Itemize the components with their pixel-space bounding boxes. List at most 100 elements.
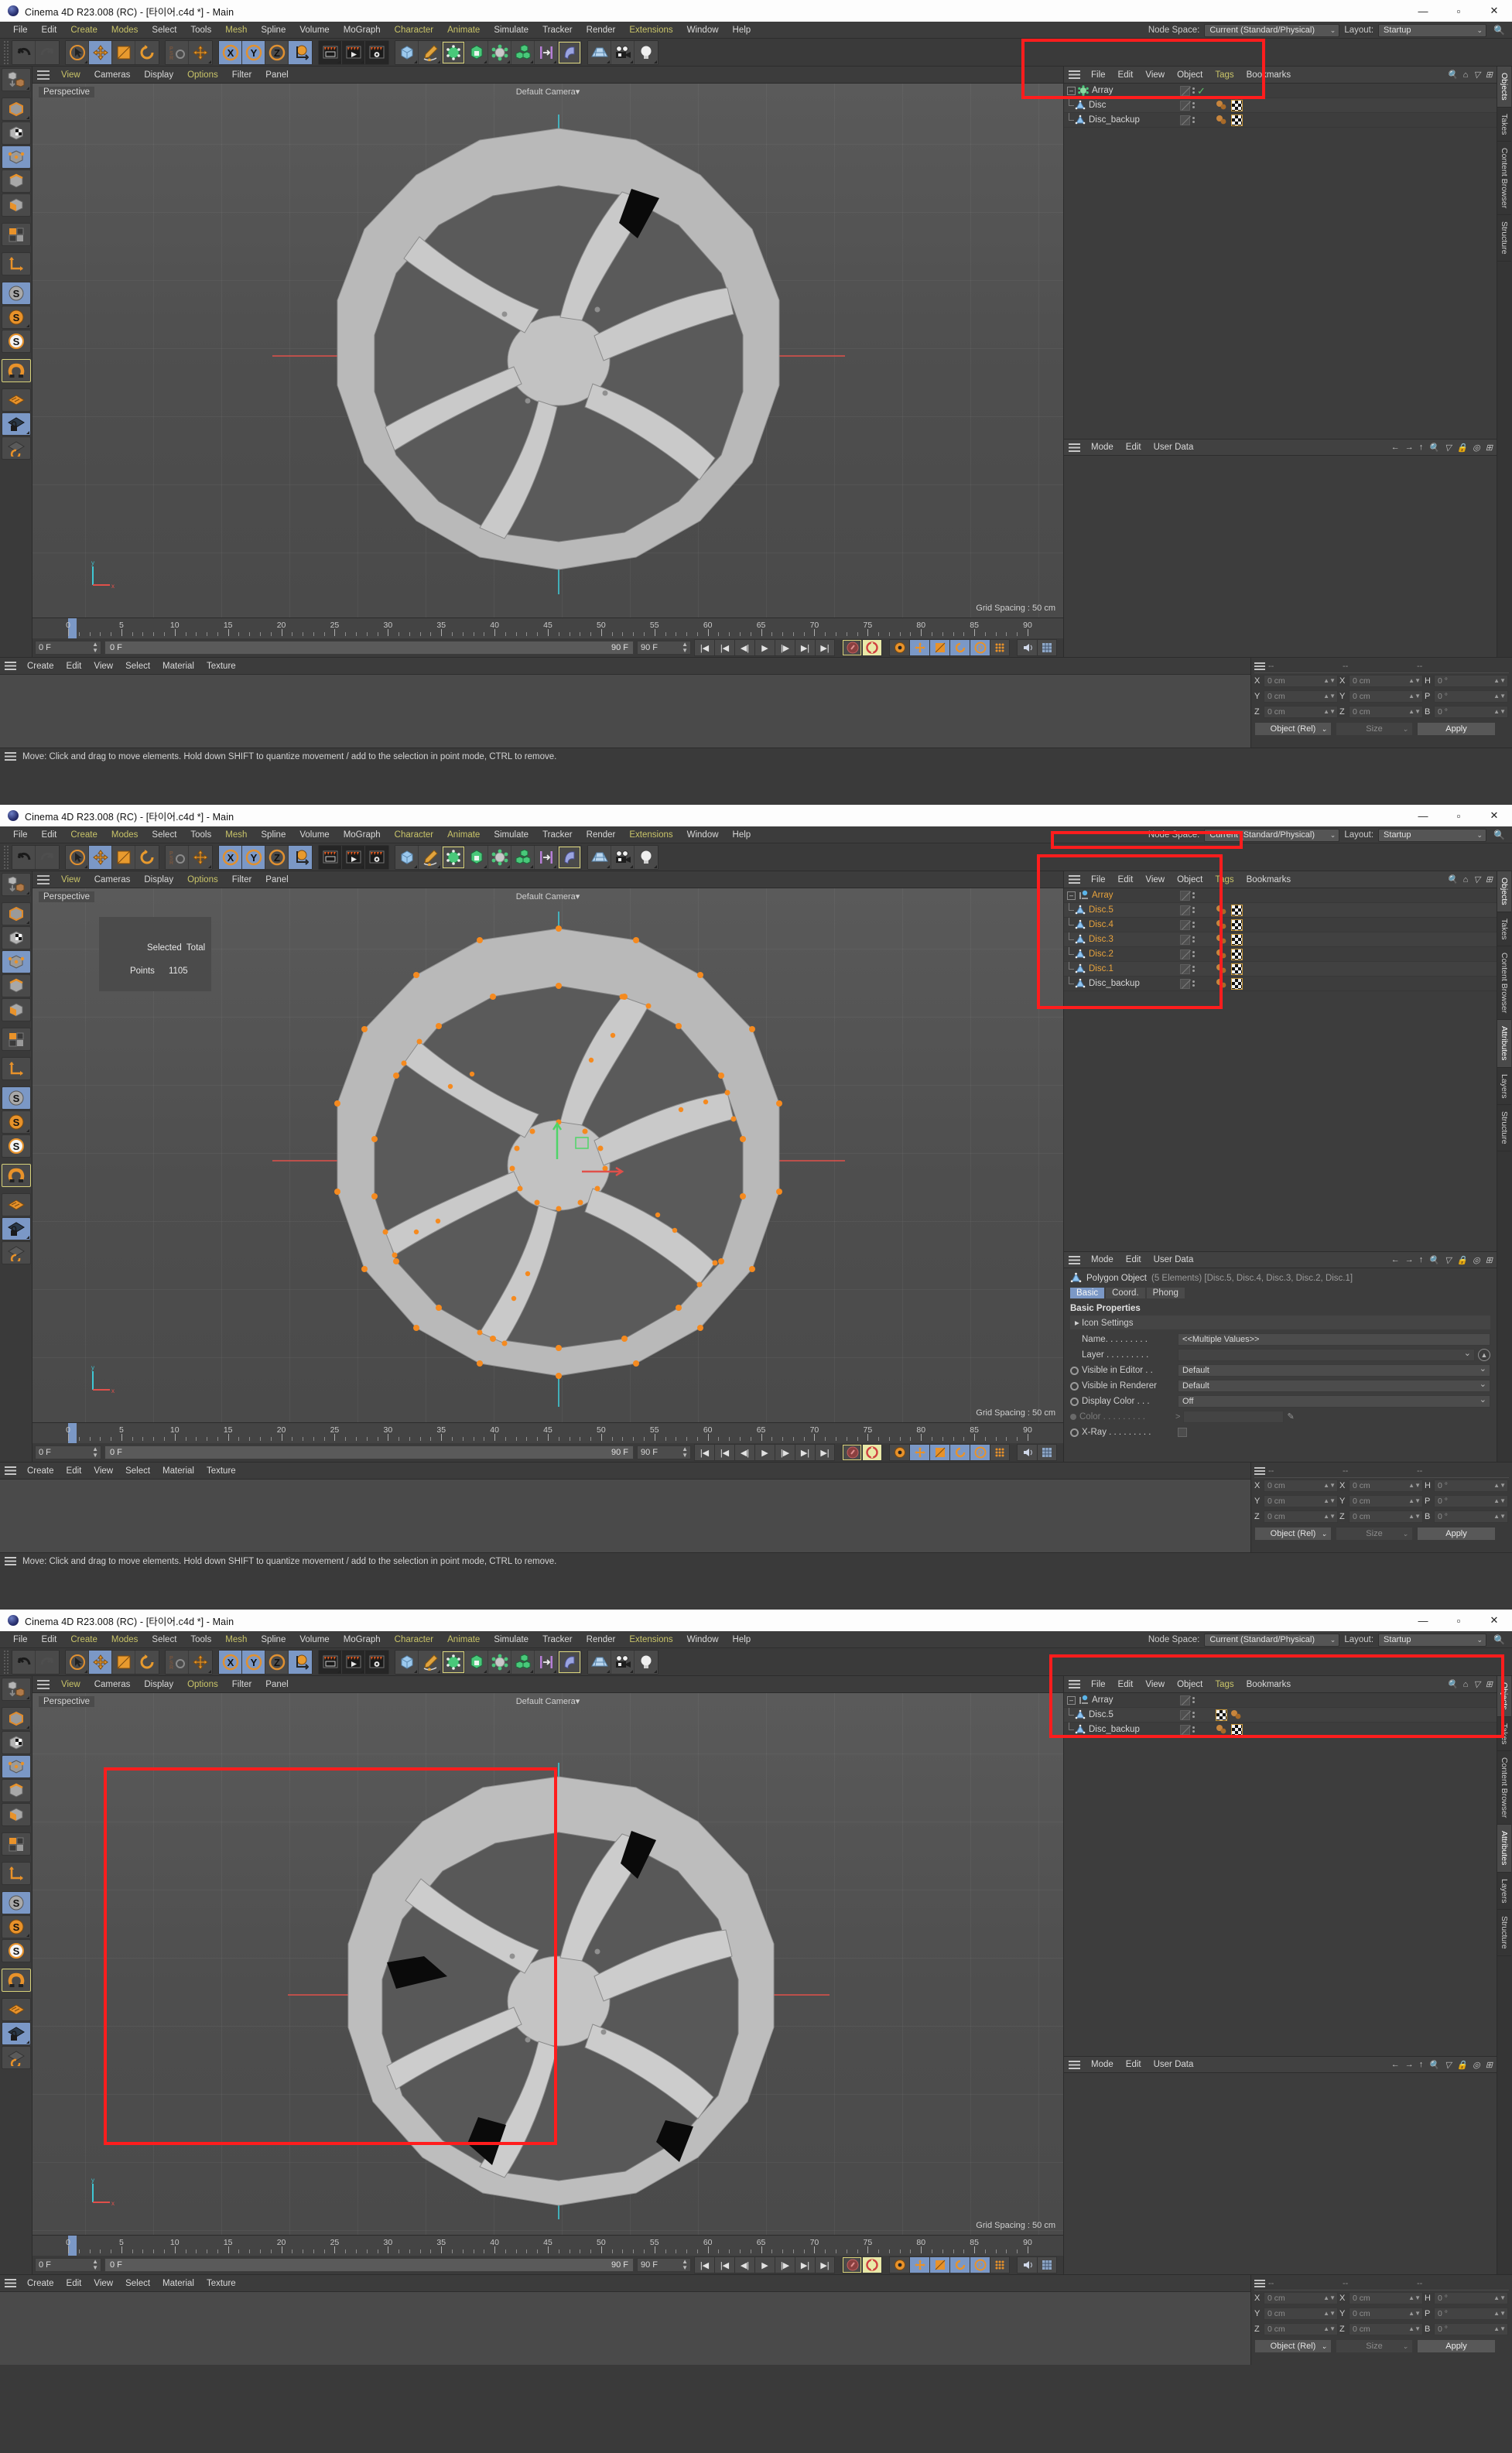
editor-visibility-toggle[interactable] [1180,85,1190,96]
menu-mograph[interactable]: MoGraph [337,1631,388,1648]
object-name[interactable]: Disc_backup [1089,115,1140,125]
object-name[interactable]: Array [1092,1695,1113,1705]
vp-menu-options[interactable]: Options [180,70,225,80]
render-visibility-toggle[interactable] [1192,980,1195,987]
menu-tools[interactable]: Tools [183,22,218,39]
vp-menu-options[interactable]: Options [180,1680,225,1689]
menu-modes[interactable]: Modes [104,826,145,843]
menu-tools[interactable]: Tools [183,826,218,843]
render-visibility-toggle[interactable] [1192,117,1195,123]
autokeying-icon[interactable] [862,1444,882,1461]
stepper-icon[interactable]: ▲▼ [1408,1498,1421,1504]
rotation-b-input[interactable]: 0 ° ▲▼ [1434,706,1508,718]
redo-icon[interactable] [36,40,59,64]
key-point-level-animation-icon[interactable] [990,639,1010,656]
stepper-icon[interactable]: ▲▼ [92,1446,98,1459]
render-group[interactable] [318,1649,389,1675]
subdivision-surface-icon[interactable] [442,1650,465,1674]
edge-mode-icon[interactable] [1,169,31,193]
render-visibility-toggle[interactable] [1192,907,1195,913]
viewport-2[interactable]: Perspective Default Camera▾ Grid Spacing… [32,888,1063,1422]
stepper-icon[interactable]: ▲▼ [1493,693,1506,700]
object-name[interactable]: Disc.5 [1089,1710,1113,1719]
texture-mode-icon[interactable] [1,926,31,949]
om-menu-edit[interactable]: Edit [1112,1680,1140,1689]
visibility-dots[interactable] [1180,934,1195,945]
camera-object-icon[interactable] [611,1650,635,1674]
tab-phong[interactable]: Phong [1146,1288,1185,1298]
editor-visibility-toggle[interactable] [1180,963,1190,974]
stepper-icon[interactable]: ▲▼ [1408,709,1421,715]
go-to-end-button[interactable]: ▶| [815,1444,835,1461]
stepper-icon[interactable]: ▲▼ [1408,2326,1421,2332]
stepper-icon[interactable]: ▲▼ [92,641,98,654]
move-tool-icon[interactable] [89,40,112,64]
size-x-cell[interactable]: X 0 cm ▲▼ [1339,1480,1423,1492]
record-active-objects-icon[interactable] [842,639,862,656]
quantize-s-white-icon[interactable]: S [1,1939,31,1962]
cube-primitive-icon[interactable] [395,40,419,64]
tab-coord[interactable]: Coord. [1106,1288,1145,1298]
menu-window[interactable]: Window [680,22,726,39]
menu-simulate[interactable]: Simulate [487,1631,535,1648]
back-arrow-icon[interactable]: ← [1391,2060,1400,2069]
stepper-icon[interactable]: ▲▼ [1493,709,1506,715]
deformer-bend-icon[interactable] [558,40,581,64]
go-to-end-button[interactable]: ▶| [815,2256,835,2273]
coord-row-z[interactable]: Z 0 cm ▲▼ Z 0 cm ▲▼ B 0 ° ▲▼ [1254,1509,1509,1524]
tag-list[interactable] [1216,948,1243,960]
main-menu-bar-2[interactable]: File Edit Create Modes Select Tools Mesh… [0,826,1512,843]
attr-row-visible-editor[interactable]: Visible in Editor . . Default [1064,1363,1497,1378]
playback-controls[interactable]: |◀ |◀ ◀| ▶ |▶ ▶| ▶| [694,1444,835,1461]
step-forward-button[interactable]: |▶ [775,639,795,656]
main-toolbar[interactable]: PSR X Y Z [0,39,1512,67]
coordinate-mode-select[interactable]: Object (Rel) ⌄ [1254,722,1332,736]
xray-checkbox[interactable] [1178,1428,1187,1437]
position-z-input[interactable]: 0 cm ▲▼ [1264,1510,1338,1523]
snap-settings-s-orange-icon[interactable]: S [1,1915,31,1938]
undo-redo-group[interactable] [12,39,60,65]
vp-menu-panel[interactable]: Panel [258,875,295,884]
go-to-previous-key-button[interactable]: |◀ [714,1444,734,1461]
key-point-level-animation-icon[interactable] [990,2256,1010,2273]
attributes-panel-2[interactable]: Polygon Object (5 Elements) [Disc.5, Dis… [1064,1268,1497,1462]
phong-tag-icon[interactable] [1216,115,1228,125]
visibility-dots[interactable] [1180,1709,1195,1720]
main-toolbar-3[interactable]: PSR X Y Z [0,1648,1512,1676]
om-menu-file[interactable]: File [1085,70,1112,80]
menu-spline[interactable]: Spline [254,826,292,843]
vp-menu-display[interactable]: Display [137,70,180,80]
step-back-button[interactable]: ◀| [734,1444,754,1461]
texture-tag-icon[interactable] [1231,99,1243,111]
vp-menu-filter[interactable]: Filter [225,70,259,80]
object-name[interactable]: Disc [1089,101,1106,110]
axis-lock-group[interactable]: X Y Z [218,1649,313,1675]
timeline-ruler-3[interactable]: 0 5 10 15 20 25 30 35 40 45 50 55 60 65 70 75 80 85 90 [32,2236,1063,2256]
vp-menu-view[interactable]: View [54,70,87,80]
size-x-input[interactable]: 0 cm ▲▼ [1349,1480,1423,1492]
rotation-h-input[interactable]: 0 ° ▲▼ [1434,2292,1508,2304]
display-color-select[interactable]: Off [1178,1394,1490,1408]
viewport-menu-1[interactable]: View Cameras Display Options Filter Pane… [32,67,1063,84]
menu-tracker[interactable]: Tracker [535,1631,580,1648]
menu-extensions[interactable]: Extensions [622,22,679,39]
om-menu-file[interactable]: File [1085,1680,1112,1689]
size-z-input[interactable]: 0 cm ▲▼ [1349,2323,1423,2335]
hamburger-icon[interactable] [1069,70,1080,79]
position-y-cell[interactable]: Y 0 cm ▲▼ [1254,2308,1338,2320]
tab-structure[interactable]: Structure [1497,1105,1511,1151]
object-name[interactable]: Array [1092,86,1113,95]
size-x-input[interactable]: 0 cm ▲▼ [1349,675,1423,687]
visibility-dots[interactable] [1180,100,1195,111]
add-panel-icon[interactable]: ⊞ [1486,1255,1493,1265]
select-tool-icon[interactable] [66,1650,89,1674]
object-name[interactable]: Disc.1 [1089,964,1113,973]
size-z-cell[interactable]: Z 0 cm ▲▼ [1339,2323,1423,2335]
hamburger-icon[interactable] [5,1466,16,1475]
target-icon[interactable]: ◎ [1473,1255,1480,1265]
camera-object-icon[interactable] [611,40,635,64]
step-forward-button[interactable]: |▶ [775,1444,795,1461]
timeline-controls-2[interactable]: 0 F ▲ ▼ 0 F 90 F 90 F ▲ ▼ |◀ |◀ ◀| ▶ |▶ … [32,1443,1063,1462]
rotation-b-input[interactable]: 0 ° ▲▼ [1434,2323,1508,2335]
position-y-input[interactable]: 0 cm ▲▼ [1264,690,1338,703]
